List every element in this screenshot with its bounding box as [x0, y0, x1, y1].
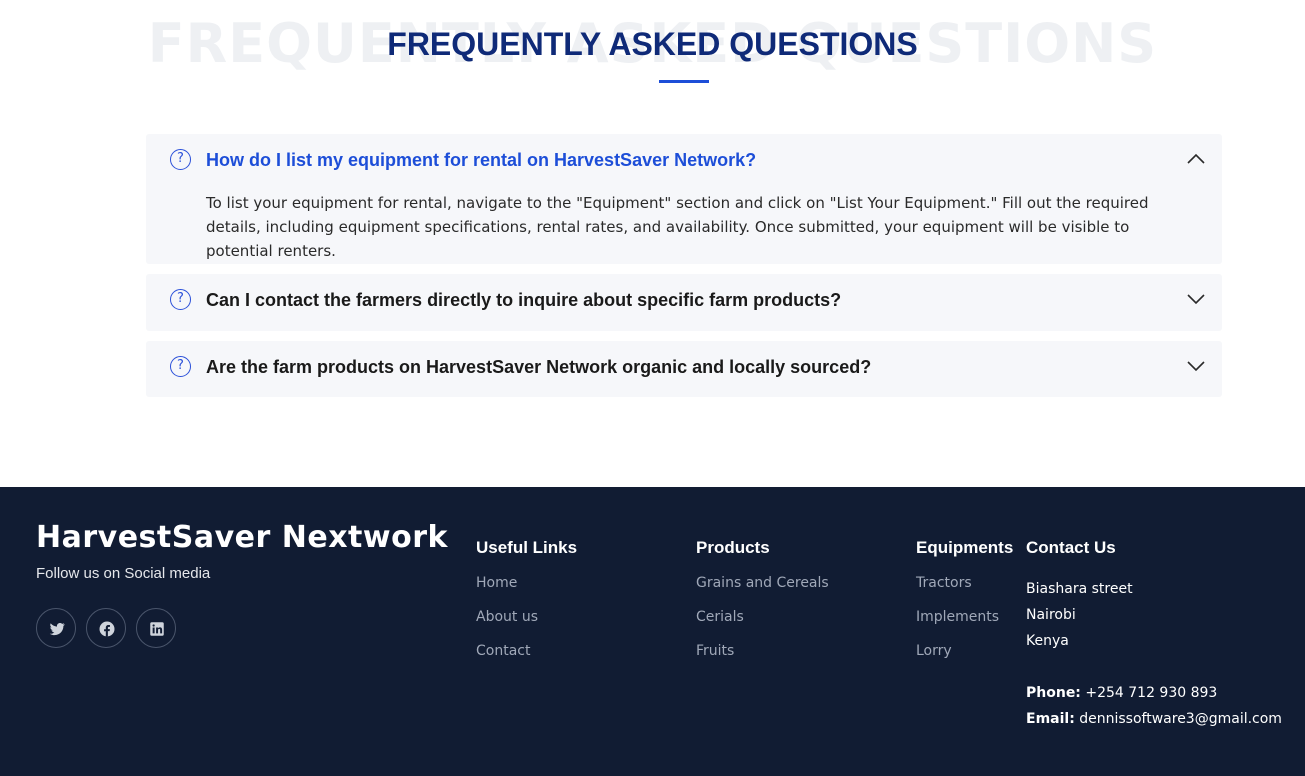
footer-link-cerials[interactable]: Cerials	[696, 609, 744, 625]
faq-question-1: How do I list my equipment for rental on…	[206, 150, 757, 170]
faq-item-1: ? How do I list my equipment for rental …	[146, 134, 1222, 264]
contact-title: Contact Us	[1026, 538, 1116, 557]
footer-link-lorry[interactable]: Lorry	[916, 643, 952, 659]
linkedin-icon	[150, 622, 164, 636]
faq-title: FREQUENTLY ASKED QUESTIONS	[387, 26, 918, 62]
title-underline	[659, 80, 709, 83]
question-circle-icon: ?	[170, 356, 191, 377]
facebook-button[interactable]	[86, 608, 126, 648]
faq-item-3[interactable]: ? Are the farm products on HarvestSaver …	[146, 341, 1222, 397]
address-street: Biashara street	[1026, 581, 1133, 597]
phone-label: Phone:	[1026, 685, 1081, 701]
useful-links-title: Useful Links	[476, 538, 578, 557]
faq-question-3: Are the farm products on HarvestSaver Ne…	[206, 357, 872, 377]
products-title: Products	[696, 538, 770, 557]
phone-value: +254 712 930 893	[1085, 685, 1218, 701]
email-label: Email:	[1026, 711, 1075, 727]
footer-link-tractors[interactable]: Tractors	[916, 575, 972, 591]
footer: HarvestSaver Nextwork Follow us on Socia…	[0, 487, 1305, 776]
twitter-button[interactable]	[36, 608, 76, 648]
footer-link-grains[interactable]: Grains and Cereals	[696, 575, 829, 591]
footer-link-home[interactable]: Home	[476, 575, 517, 591]
footer-link-about[interactable]: About us	[476, 609, 538, 625]
faq-item-2[interactable]: ? Can I contact the farmers directly to …	[146, 274, 1222, 331]
facebook-icon	[99, 621, 115, 637]
faq-answer-1: To list your equipment for rental, navig…	[206, 194, 1149, 260]
faq-item-1-header[interactable]: ? How do I list my equipment for rental …	[146, 134, 1222, 186]
question-circle-icon: ?	[170, 149, 191, 170]
contact-email: Email: dennissoftware3@gmail.com	[1026, 711, 1282, 727]
linkedin-button[interactable]	[136, 608, 176, 648]
footer-link-fruits[interactable]: Fruits	[696, 643, 734, 659]
twitter-icon	[49, 622, 65, 636]
footer-link-contact[interactable]: Contact	[476, 643, 530, 659]
footer-brand: HarvestSaver Nextwork	[36, 520, 448, 555]
chevron-down-icon[interactable]	[1184, 287, 1208, 311]
question-circle-icon: ?	[170, 289, 191, 310]
footer-link-implements[interactable]: Implements	[916, 609, 999, 625]
equipments-title: Equipments	[916, 538, 1014, 557]
faq-question-2: Can I contact the farmers directly to in…	[206, 290, 842, 310]
chevron-down-icon[interactable]	[1184, 354, 1208, 378]
address-city: Nairobi	[1026, 607, 1076, 623]
faq-header: FREQUENTLY ASKED QUESTIONS FREQUENTLY AS…	[0, 0, 1305, 100]
chevron-up-icon[interactable]	[1184, 147, 1208, 171]
email-value: dennissoftware3@gmail.com	[1079, 711, 1282, 727]
address-country: Kenya	[1026, 633, 1069, 649]
contact-phone: Phone: +254 712 930 893	[1026, 685, 1217, 701]
follow-text: Follow us on Social media	[36, 565, 211, 582]
